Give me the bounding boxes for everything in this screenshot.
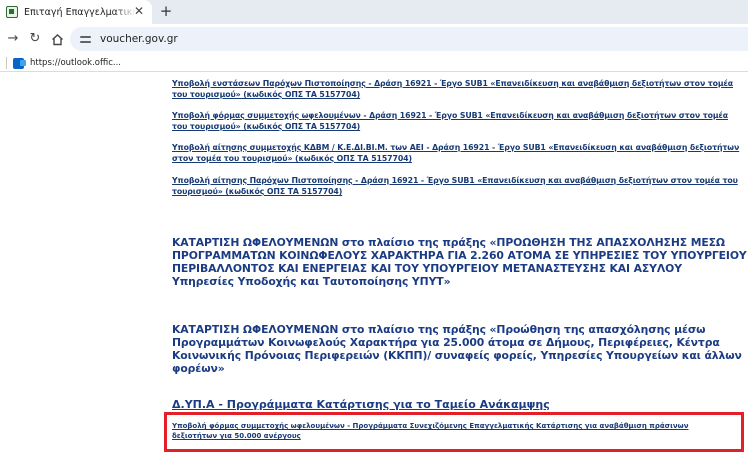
bookmark-label: https://outlook.offic... — [30, 58, 121, 68]
section-heading-dypa[interactable]: Δ.ΥΠ.Α - Προγράμματα Κατάρτισης για το Τ… — [172, 398, 747, 412]
link-objections-certification-providers[interactable]: Υποβολή ενστάσεων Παρόχων Πιστοποίησης -… — [172, 78, 742, 100]
section-heading-25000: ΚΑΤΑΡΤΙΣΗ ΩΦΕΛΟΥΜΕΝΩΝ στο πλαίσιο της πρ… — [172, 323, 742, 375]
tab-title: Επιταγή Επαγγελματικής Κατάρ — [24, 6, 136, 18]
tab-close-icon[interactable]: ✕ — [132, 4, 146, 18]
bookmarks-separator — [6, 57, 7, 69]
link-green-skills-form[interactable]: Υποβολή φόρμας συμμετοχής ωφελουμένων - … — [172, 421, 732, 441]
reload-icon[interactable]: ↻ — [26, 30, 44, 48]
home-icon[interactable] — [48, 30, 66, 48]
new-tab-button[interactable]: + — [157, 2, 175, 20]
link-beneficiaries-form[interactable]: Υποβολή φόρμας συμμετοχής ωφελουμένων - … — [172, 110, 742, 132]
forward-arrow-icon[interactable]: → — [4, 30, 22, 48]
site-settings-icon[interactable] — [80, 33, 92, 45]
section-heading-ypyt: ΚΑΤΑΡΤΙΣΗ ΩΦΕΛΟΥΜΕΝΩΝ στο πλαίσιο της πρ… — [172, 236, 747, 288]
site-favicon-icon — [6, 6, 18, 18]
url-text: voucher.gov.gr — [100, 33, 178, 45]
browser-toolbar: → ↻ voucher.gov.gr — [0, 24, 748, 54]
outlook-icon — [13, 57, 26, 69]
tab-strip: Επιταγή Επαγγελματικής Κατάρ ✕ + — [0, 0, 748, 24]
link-kdvm-application[interactable]: Υποβολή αίτησης συμμετοχής ΚΔΒΜ / Κ.Ε.ΔΙ… — [172, 142, 742, 164]
bookmarks-bar: https://outlook.offic... — [0, 54, 748, 72]
link-certification-providers-application[interactable]: Υποβολή αίτησης Παρόχων Πιστοποίησης - Δ… — [172, 175, 742, 197]
address-bar[interactable]: voucher.gov.gr — [70, 27, 748, 51]
browser-tab[interactable]: Επιταγή Επαγγελματικής Κατάρ ✕ — [0, 0, 152, 24]
bookmark-outlook[interactable]: https://outlook.offic... — [13, 55, 121, 71]
page-content: Υποβολή ενστάσεων Παρόχων Πιστοποίησης -… — [0, 73, 748, 456]
